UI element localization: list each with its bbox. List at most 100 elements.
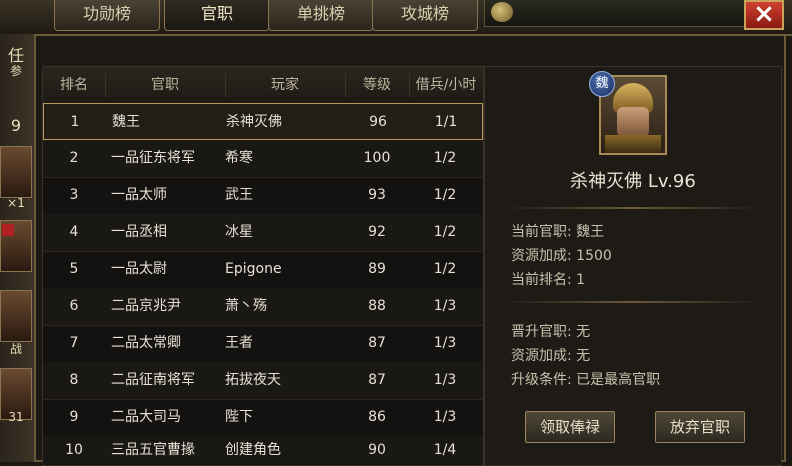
side-count-31: 31	[8, 410, 24, 424]
cell-player: 萧丶殇	[225, 298, 267, 314]
cell-rank: 7	[69, 335, 79, 351]
cell-rank: 1	[70, 114, 80, 130]
header-title: 官职	[151, 77, 179, 93]
next-bonus-row: 资源加成: 无	[511, 345, 590, 365]
cell-ratio: 1/2	[433, 261, 457, 277]
table-row[interactable]: 1 魏王 杀神灭佛 96 1/1	[43, 103, 483, 140]
ranking-table: 排名 官职 玩家 等级 借兵/小时 1 魏王 杀神灭佛 96 1/1 2 一品征…	[42, 66, 484, 466]
current-title-row: 当前官职: 魏王	[511, 221, 604, 241]
character-portrait-icon[interactable]	[0, 290, 32, 342]
cell-player: 创建角色	[225, 442, 281, 458]
tab-official-post[interactable]: 官职	[164, 0, 270, 31]
tab-duel-ranking[interactable]: 单挑榜	[268, 0, 374, 31]
cell-rank: 6	[69, 298, 79, 314]
cell-title: 一品征东将军	[111, 150, 195, 166]
cell-rank: 4	[69, 224, 79, 240]
table-row[interactable]: 6 二品京兆尹 萧丶殇 88 1/3	[43, 288, 483, 326]
table-row[interactable]: 8 二品征南将军 拓拔夜天 87 1/3	[43, 362, 483, 400]
cell-player: Epigone	[225, 261, 282, 277]
cell-title: 一品太师	[111, 187, 167, 203]
claim-salary-button[interactable]: 领取俸禄	[525, 411, 615, 443]
cell-ratio: 1/2	[433, 150, 457, 166]
cell-title: 三品五官曹掾	[111, 442, 195, 458]
cell-ratio: 1/1	[434, 114, 458, 130]
character-portrait-icon[interactable]	[0, 146, 32, 198]
header-ratio: 借兵/小时	[415, 77, 477, 93]
cell-player: 王者	[225, 335, 253, 351]
left-side-strip: 任 参 9 ×1 战 31	[0, 34, 36, 462]
tab-siege-ranking[interactable]: 攻城榜	[372, 0, 478, 31]
next-bonus-label: 资源加成:	[511, 348, 572, 364]
side-battle-label: 战	[9, 342, 22, 356]
cell-ratio: 1/2	[433, 224, 457, 240]
side-count: ×1	[7, 196, 25, 210]
cell-level: 88	[368, 298, 386, 314]
player-name-level: 杀神灭佛 Lv.96	[570, 171, 696, 192]
cell-player: 拓拔夜天	[225, 372, 281, 388]
cell-ratio: 1/3	[433, 298, 457, 314]
cell-rank: 9	[69, 409, 79, 425]
promote-value: 无	[576, 324, 591, 340]
current-rank-row: 当前排名: 1	[511, 269, 585, 289]
resource-bonus-label: 资源加成:	[511, 248, 572, 264]
side-sub-label: 参	[9, 64, 22, 78]
upgrade-condition-row: 升级条件: 已是最高官职	[511, 369, 660, 389]
gold-icon	[491, 2, 513, 22]
cell-ratio: 1/3	[433, 372, 457, 388]
abandon-post-button[interactable]: 放弃官职	[655, 411, 745, 443]
cell-ratio: 1/3	[433, 409, 457, 425]
header-rank: 排名	[60, 77, 88, 93]
table-row[interactable]: 5 一品太尉 Epigone 89 1/2	[43, 251, 483, 289]
upgrade-condition-label: 升级条件:	[511, 372, 572, 388]
cell-title: 二品征南将军	[111, 372, 195, 388]
table-row[interactable]: 4 一品丞相 冰星 92 1/2	[43, 214, 483, 252]
cell-rank: 10	[65, 442, 83, 458]
divider	[505, 301, 761, 303]
cell-rank: 2	[69, 150, 79, 166]
cell-player: 希寒	[225, 150, 253, 166]
current-title-label: 当前官职:	[511, 224, 572, 240]
kingdom-badge: 魏	[589, 71, 615, 97]
cell-ratio: 1/2	[433, 187, 457, 203]
close-button[interactable]: ×	[744, 0, 784, 30]
table-row[interactable]: 7 二品太常卿 王者 87 1/3	[43, 325, 483, 363]
current-title-value: 魏王	[576, 224, 605, 240]
header-player: 玩家	[271, 77, 299, 93]
cell-level: 93	[368, 187, 386, 203]
tab-merit-ranking[interactable]: 功勋榜	[54, 0, 160, 31]
table-row[interactable]: 3 一品太师 武王 93 1/2	[43, 177, 483, 215]
cell-player: 杀神灭佛	[226, 114, 282, 130]
cell-level: 89	[368, 261, 386, 277]
face-icon	[617, 107, 649, 137]
table-row[interactable]: 10 三品五官曹掾 创建角色 90 1/4	[43, 436, 483, 464]
promote-label: 晋升官职:	[511, 324, 572, 340]
upgrade-condition-value: 已是最高官职	[576, 372, 661, 388]
armor-icon	[605, 135, 661, 153]
cell-ratio: 1/4	[433, 442, 457, 458]
official-post-panel: 排名 官职 玩家 等级 借兵/小时 1 魏王 杀神灭佛 96 1/1 2 一品征…	[34, 34, 786, 466]
header-level: 等级	[363, 77, 391, 93]
cell-rank: 5	[69, 261, 79, 277]
cell-title: 二品大司马	[111, 409, 181, 425]
resource-box	[484, 0, 746, 27]
cell-title: 二品京兆尹	[111, 298, 181, 314]
cell-player: 陛下	[225, 409, 253, 425]
table-row[interactable]: 9 二品大司马 陛下 86 1/3	[43, 399, 483, 437]
player-info-panel: 魏 杀神灭佛 Lv.96 当前官职: 魏王 资源加成: 1500 当前排名: 1…	[484, 66, 782, 466]
table-row[interactable]: 2 一品征东将军 希寒 100 1/2	[43, 140, 483, 178]
cell-level: 92	[368, 224, 386, 240]
notification-badge-icon	[2, 224, 14, 236]
top-tab-bar: 功勋榜 官职 单挑榜 攻城榜 ×	[0, 0, 792, 36]
cell-title: 魏王	[112, 114, 140, 130]
promote-row: 晋升官职: 无	[511, 321, 590, 341]
cell-level: 96	[369, 114, 387, 130]
cell-level: 87	[368, 335, 386, 351]
cell-title: 二品太常卿	[111, 335, 181, 351]
cell-title: 一品丞相	[111, 224, 167, 240]
current-rank-label: 当前排名:	[511, 272, 572, 288]
cell-level: 100	[363, 150, 391, 166]
divider	[505, 207, 761, 209]
cell-level: 90	[368, 442, 386, 458]
resource-bonus-row: 资源加成: 1500	[511, 245, 612, 265]
table-header: 排名 官职 玩家 等级 借兵/小时	[43, 67, 483, 104]
